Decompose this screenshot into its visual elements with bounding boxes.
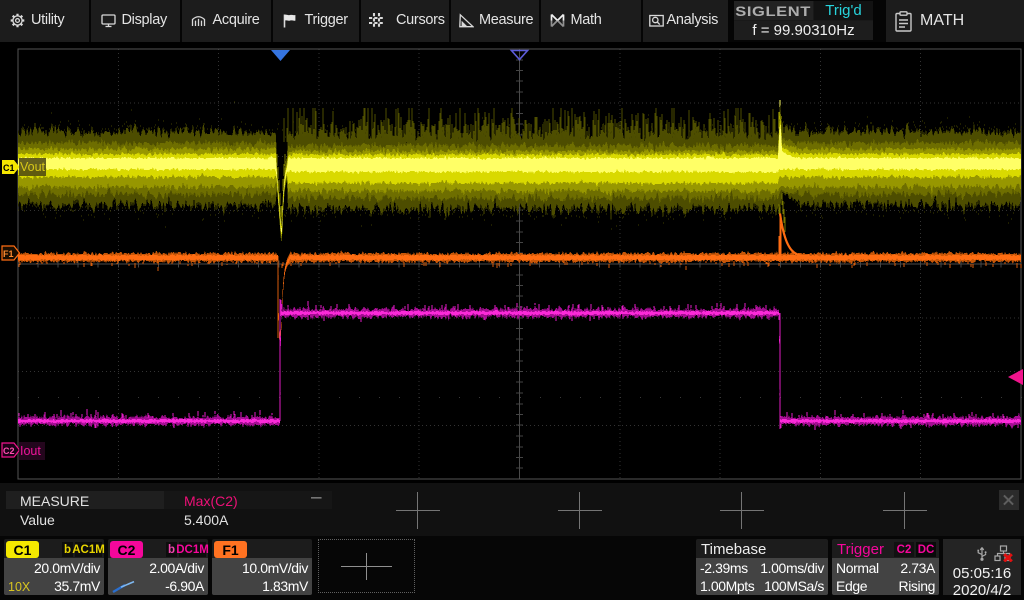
svg-text:C2: C2	[3, 446, 15, 456]
svg-text:C1: C1	[3, 163, 15, 173]
svg-text:Vout: Vout	[20, 160, 46, 174]
svg-text:F1: F1	[3, 249, 14, 259]
svg-text:Iout: Iout	[20, 444, 41, 458]
